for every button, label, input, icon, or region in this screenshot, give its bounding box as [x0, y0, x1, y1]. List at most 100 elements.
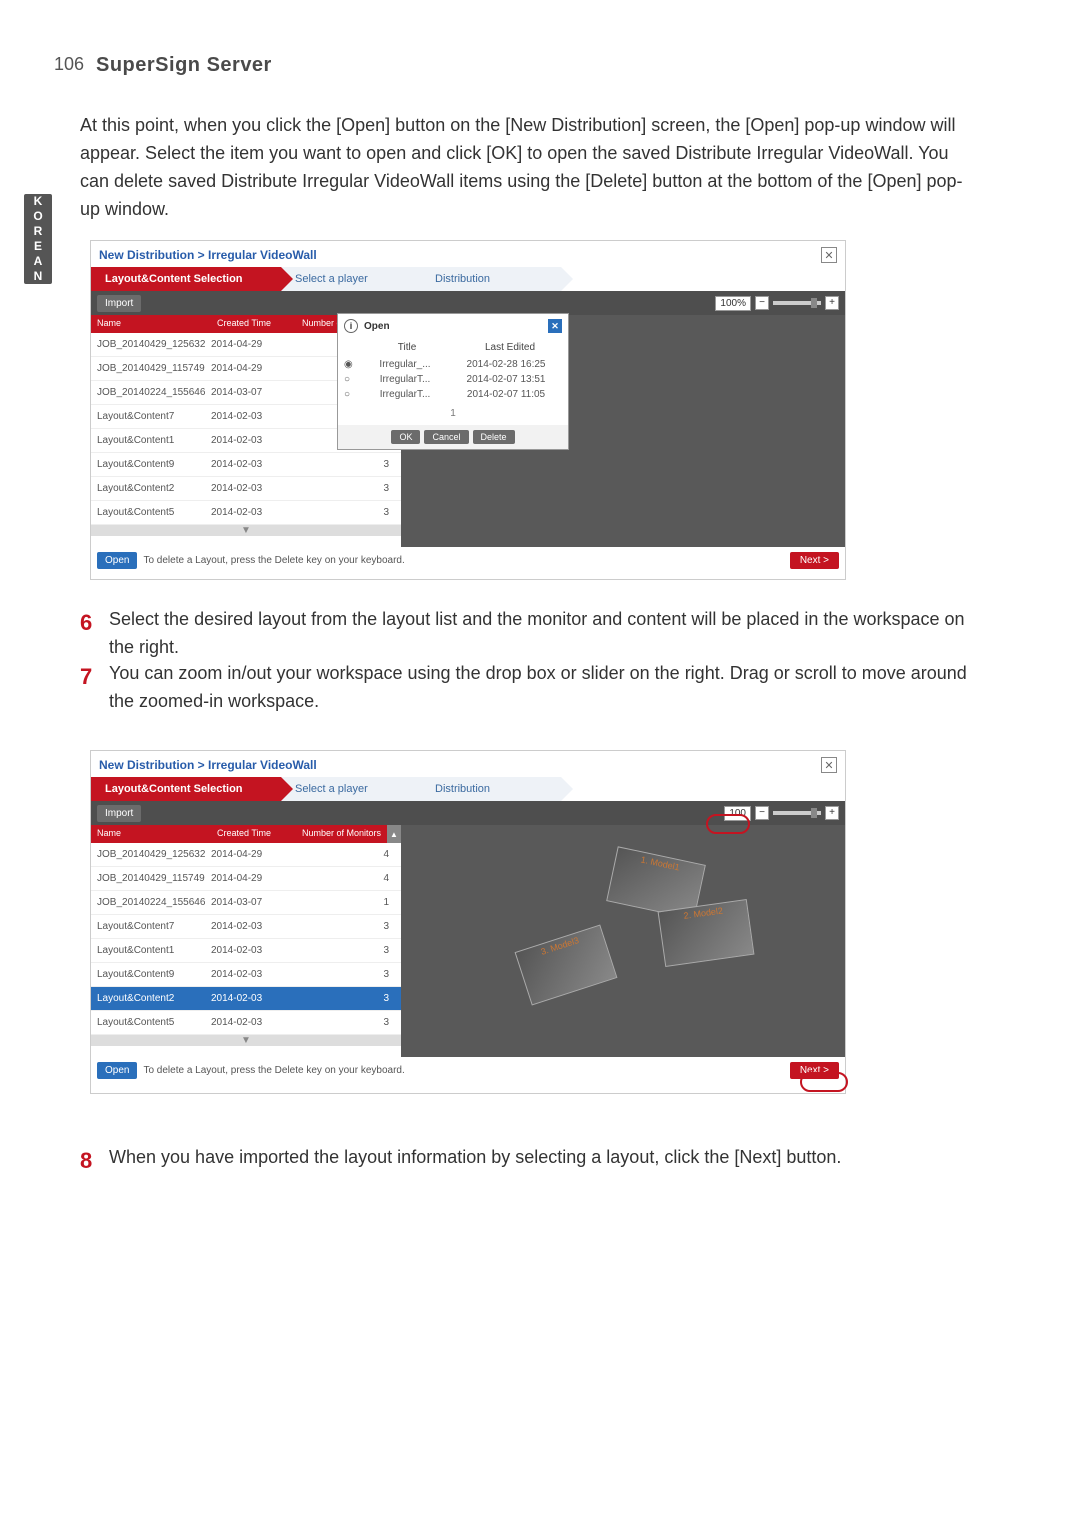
- zoom-control: 100% − +: [715, 296, 839, 311]
- layout-list-panel: Name Created Time Number of Monitors ▲ J…: [91, 825, 401, 1057]
- step-layout-content[interactable]: Layout&Content Selection: [91, 777, 281, 801]
- step-6: 6 Select the desired layout from the lay…: [80, 606, 980, 662]
- radio-icon[interactable]: ○: [344, 374, 360, 385]
- zoom-in-button[interactable]: +: [825, 806, 839, 820]
- popup-close-icon[interactable]: ✕: [548, 319, 562, 333]
- page-number: 106: [54, 54, 84, 75]
- scroll-up-icon[interactable]: ▲: [387, 825, 401, 843]
- table-row[interactable]: Layout&Content12014-02-033: [91, 939, 401, 963]
- cell-created: 2014-04-29: [211, 849, 291, 860]
- cell-created: 2014-03-07: [211, 897, 291, 908]
- zoom-slider-thumb[interactable]: [811, 808, 817, 818]
- scroll-down-icon[interactable]: ▼: [91, 525, 401, 536]
- wizard-steps: Layout&Content Selection Select a player…: [91, 267, 845, 291]
- cell-created: 2014-03-07: [211, 387, 291, 398]
- table-row[interactable]: JOB_20140429_1256322014-04-294: [91, 843, 401, 867]
- cell-monitors: 3: [291, 459, 401, 470]
- step-text: You can zoom in/out your workspace using…: [109, 660, 969, 716]
- cell-name: Layout&Content2: [91, 483, 211, 494]
- language-side-tab[interactable]: KOREAN: [24, 194, 52, 284]
- new-distribution-window-1: New Distribution > Irregular VideoWall ✕…: [90, 240, 846, 580]
- zoom-slider[interactable]: [773, 301, 821, 305]
- next-button[interactable]: Next >: [790, 552, 839, 569]
- zoom-out-button[interactable]: −: [755, 806, 769, 820]
- zoom-out-button[interactable]: −: [755, 296, 769, 310]
- table-row[interactable]: Layout&Content22014-02-033: [91, 477, 401, 501]
- step-number: 6: [80, 606, 104, 640]
- cell-monitors: 4: [291, 873, 401, 884]
- step-distribution[interactable]: Distribution: [421, 777, 561, 801]
- popup-title: Open: [364, 321, 390, 332]
- cell-name: Layout&Content7: [91, 411, 211, 422]
- zoom-control: 100 − +: [724, 806, 839, 821]
- cell-created: 2014-04-29: [211, 873, 291, 884]
- table-row[interactable]: JOB_20140224_1556462014-03-071: [91, 891, 401, 915]
- popup-cancel-button[interactable]: Cancel: [424, 430, 468, 444]
- new-distribution-window-2: New Distribution > Irregular VideoWall ✕…: [90, 750, 846, 1094]
- popup-page-number: 1: [338, 402, 568, 425]
- step-distribution[interactable]: Distribution: [421, 267, 561, 291]
- zoom-percent-field[interactable]: 100%: [715, 296, 751, 311]
- zoom-in-button[interactable]: +: [825, 296, 839, 310]
- scroll-down-icon[interactable]: ▼: [91, 1035, 401, 1046]
- step-select-player[interactable]: Select a player: [281, 777, 421, 801]
- cell-monitors: 3: [291, 483, 401, 494]
- import-button[interactable]: Import: [97, 295, 141, 312]
- cell-created: 2014-02-03: [211, 921, 291, 932]
- page-title: SuperSign Server: [96, 54, 272, 77]
- col-created: Created Time: [211, 315, 291, 333]
- open-button[interactable]: Open: [97, 552, 137, 569]
- cell-created: 2014-04-29: [211, 339, 291, 350]
- popup-col-title: Title: [362, 342, 452, 353]
- step-text: Select the desired layout from the layou…: [109, 606, 969, 662]
- monitor-tile-3[interactable]: 3. Model3: [515, 924, 618, 1005]
- cell-created: 2014-02-03: [211, 1017, 291, 1028]
- cell-name: Layout&Content1: [91, 945, 211, 956]
- zoom-slider[interactable]: [773, 811, 821, 815]
- table-row[interactable]: Layout&Content52014-02-033: [91, 1011, 401, 1035]
- close-icon[interactable]: ✕: [821, 247, 837, 263]
- footer-hint: To delete a Layout, press the Delete key…: [143, 1065, 404, 1076]
- table-row[interactable]: Layout&Content92014-02-033: [91, 453, 401, 477]
- table-row[interactable]: Layout&Content92014-02-033: [91, 963, 401, 987]
- table-row[interactable]: JOB_20140429_1157492014-04-294: [91, 867, 401, 891]
- cell-name: JOB_20140429_115749: [91, 363, 211, 374]
- cell-name: Layout&Content9: [91, 969, 211, 980]
- breadcrumb: New Distribution > Irregular VideoWall: [99, 248, 317, 262]
- breadcrumb: New Distribution > Irregular VideoWall: [99, 758, 317, 772]
- popup-delete-button[interactable]: Delete: [473, 430, 515, 444]
- popup-row[interactable]: ○IrregularT...2014-02-07 11:05: [338, 387, 568, 402]
- radio-icon[interactable]: ◉: [344, 359, 360, 370]
- zoom-percent-field[interactable]: 100: [724, 806, 751, 821]
- popup-row[interactable]: ○IrregularT...2014-02-07 13:51: [338, 372, 568, 387]
- language-label: KOREAN: [31, 194, 45, 284]
- footer-hint: To delete a Layout, press the Delete key…: [143, 555, 404, 566]
- cell-monitors: 3: [291, 993, 401, 1004]
- popup-ok-button[interactable]: OK: [391, 430, 420, 444]
- table-row-selected[interactable]: Layout&Content22014-02-033: [91, 987, 401, 1011]
- workspace-area[interactable]: 1. Model1 2. Model2 3. Model3: [401, 825, 845, 1057]
- popup-row[interactable]: ◉Irregular_...2014-02-28 16:25: [338, 357, 568, 372]
- table-row[interactable]: Layout&Content72014-02-033: [91, 915, 401, 939]
- monitor-tile-2[interactable]: 2. Model2: [658, 899, 755, 967]
- next-button[interactable]: Next >: [790, 1062, 839, 1079]
- open-button[interactable]: Open: [97, 1062, 137, 1079]
- cell-name: Layout&Content1: [91, 435, 211, 446]
- cell-name: JOB_20140224_155646: [91, 387, 211, 398]
- col-monitors: Number of Monitors: [291, 825, 387, 843]
- close-icon[interactable]: ✕: [821, 757, 837, 773]
- col-name: Name: [91, 315, 211, 333]
- step-layout-content[interactable]: Layout&Content Selection: [91, 267, 281, 291]
- cell-created: 2014-02-03: [211, 945, 291, 956]
- radio-icon[interactable]: ○: [344, 389, 360, 400]
- toolbar: Import 100 − +: [91, 801, 845, 825]
- cell-monitors: 4: [291, 849, 401, 860]
- step-number: 7: [80, 660, 104, 694]
- cell-created: 2014-02-03: [211, 435, 291, 446]
- step-number: 8: [80, 1144, 104, 1178]
- zoom-slider-thumb[interactable]: [811, 298, 817, 308]
- table-row[interactable]: Layout&Content52014-02-033: [91, 501, 401, 525]
- import-button[interactable]: Import: [97, 805, 141, 822]
- step-select-player[interactable]: Select a player: [281, 267, 421, 291]
- popup-col-edited: Last Edited: [452, 342, 568, 353]
